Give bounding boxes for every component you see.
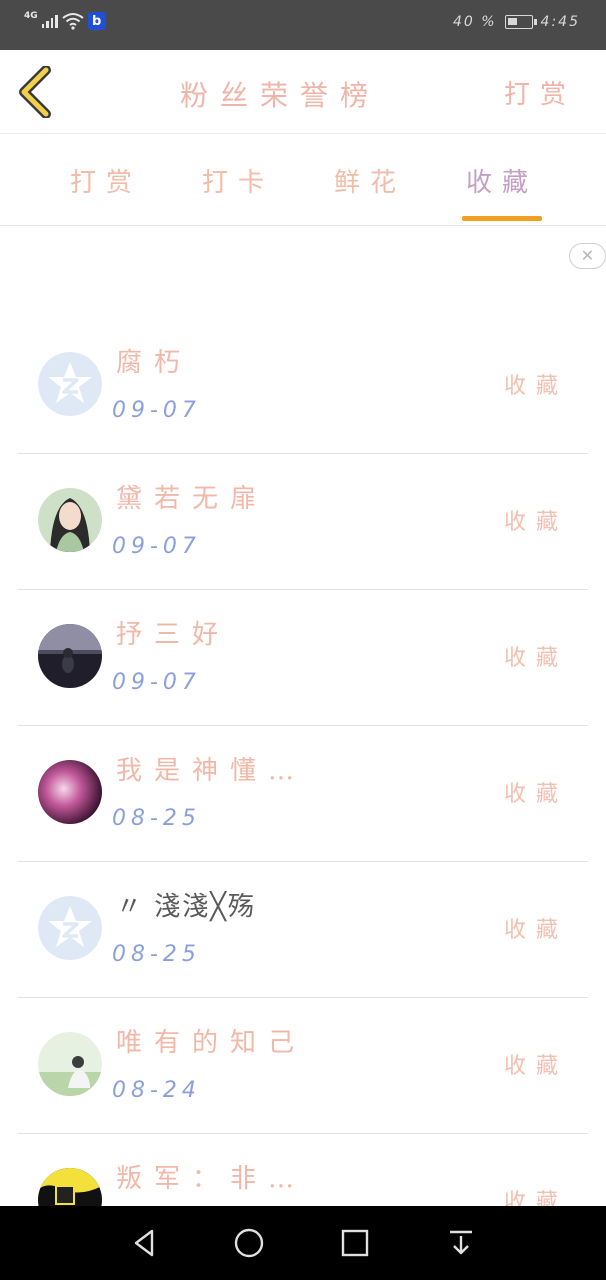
home-circle-icon[interactable] (232, 1226, 266, 1260)
user-name: 抒三好 (116, 620, 231, 650)
date: 09-07 (112, 670, 201, 695)
reward-button[interactable]: 打赏 (504, 74, 576, 111)
user-name: 〃 淺淺╳殇 (116, 892, 256, 922)
system-nav-bar (0, 1206, 606, 1280)
tab-reward[interactable]: 打赏 (40, 162, 172, 199)
action-label: 收藏 (503, 1054, 568, 1079)
recents-square-icon[interactable] (338, 1226, 372, 1260)
portrait-girl-avatar (38, 488, 102, 552)
fan-list: 腐朽 09-07 收藏 黛若无扉 09-07 收藏 抒三好 09-07 收藏 我… (18, 318, 588, 1206)
list-item[interactable]: 我是神懂… 08-25 收藏 (18, 726, 588, 862)
battery-percent: 40 % (452, 14, 497, 30)
action-label: 收藏 (503, 782, 568, 807)
battery-icon (504, 15, 537, 29)
action-label: 收藏 (503, 646, 568, 671)
wifi-icon (62, 13, 84, 30)
app-notification-icon: b (87, 12, 106, 30)
notification-pulldown-icon[interactable] (444, 1226, 478, 1260)
user-name: 腐朽 (116, 348, 193, 378)
list-item[interactable]: 〃 淺淺╳殇 08-25 收藏 (18, 862, 588, 998)
user-name: 我是神懂… (116, 756, 307, 786)
page-title: 粉丝荣誉榜 (179, 79, 380, 112)
action-label: 收藏 (503, 1190, 568, 1206)
tab-checkin[interactable]: 打卡 (172, 162, 304, 199)
signal-icon (41, 14, 58, 28)
action-label: 收藏 (503, 510, 568, 535)
tab-bar: 打赏 打卡 鲜花 收藏 (0, 134, 606, 226)
tab-flowers[interactable]: 鲜花 (304, 162, 436, 199)
outdoor-girl-avatar (38, 1032, 102, 1096)
action-label: 收藏 (503, 374, 568, 399)
user-name: 黛若无扉 (116, 484, 269, 514)
pink-blur-avatar (38, 760, 102, 824)
dusk-scene-avatar (38, 624, 102, 688)
list-item[interactable]: 腐朽 09-07 收藏 (18, 318, 588, 454)
action-label: 收藏 (503, 918, 568, 943)
status-right: 40 % 4:45 (453, 14, 580, 30)
date: 09-07 (112, 398, 201, 423)
list-item[interactable]: 黛若无扉 09-07 收藏 (18, 454, 588, 590)
tab-favorites[interactable]: 收藏 (436, 162, 568, 199)
network-type: 4G (24, 11, 38, 21)
status-left: 4G b (24, 11, 106, 30)
date: 09-07 (112, 534, 201, 559)
date: 08-24 (112, 1078, 201, 1103)
date: 08-25 (112, 806, 201, 831)
status-bar: 4G b 40 % 4:45 (0, 0, 606, 50)
default-star-avatar (38, 896, 102, 960)
default-star-avatar (38, 352, 102, 416)
close-icon[interactable]: ✕ (569, 243, 606, 269)
active-tab-indicator (462, 216, 542, 221)
list-item[interactable]: 唯有的知己 08-24 收藏 (18, 998, 588, 1134)
user-name: 叛军：非… (116, 1164, 307, 1194)
date: 08-25 (112, 942, 201, 967)
yellow-dark-avatar (38, 1168, 102, 1206)
list-item[interactable]: 抒三好 09-07 收藏 (18, 590, 588, 726)
user-name: 唯有的知己 (116, 1028, 307, 1058)
list-item[interactable]: 叛军：非… 收藏 (18, 1134, 588, 1206)
header: 粉丝荣誉榜 打赏 (0, 50, 606, 134)
back-triangle-icon[interactable] (128, 1226, 162, 1260)
clock: 4:45 (540, 14, 580, 30)
